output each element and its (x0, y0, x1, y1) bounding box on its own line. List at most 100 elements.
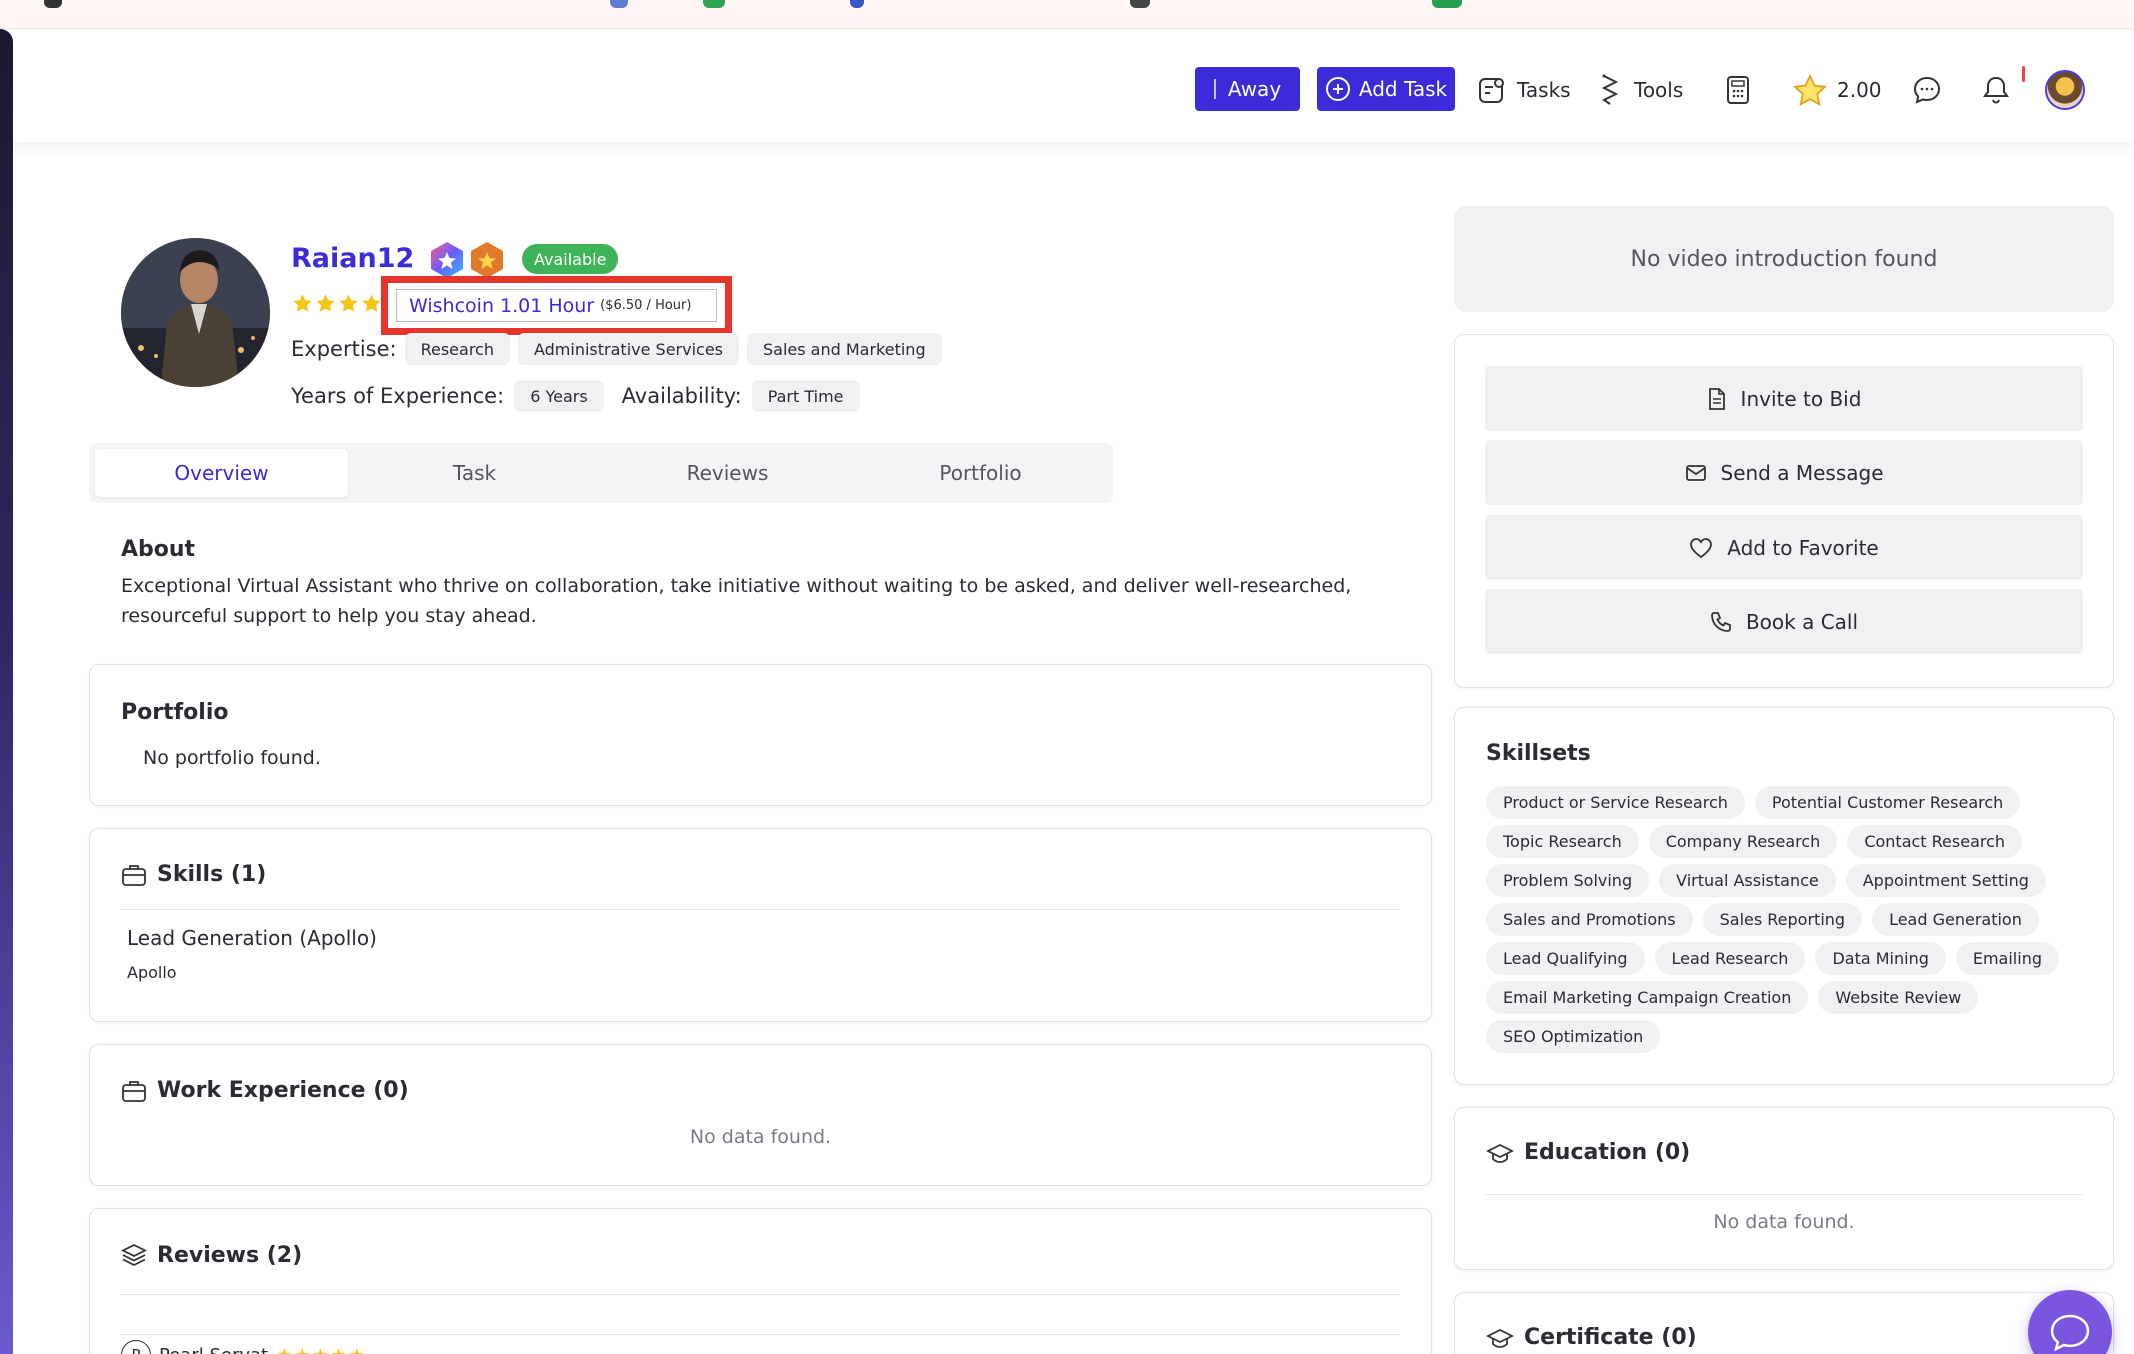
skill-chip: Website Review (1818, 981, 1979, 1014)
points-value: 2.00 (1837, 78, 1882, 102)
add-to-favorite-button[interactable]: Add to Favorite (1485, 515, 2083, 580)
portfolio-empty: No portfolio found. (143, 747, 321, 769)
education-card (1454, 1107, 2114, 1270)
bookmark-icon[interactable] (44, 0, 62, 8)
divider (121, 1334, 1399, 1335)
skill-chip: Emailing (1955, 942, 2059, 975)
skill-chip: Topic Research (1486, 825, 1639, 858)
star-icon (293, 294, 312, 312)
away-status-button[interactable]: Away (1195, 67, 1300, 111)
tab-portfolio[interactable]: Portfolio (854, 449, 1107, 497)
divider (121, 909, 1399, 910)
skills-heading: Skills (1) (157, 862, 267, 887)
tools-button[interactable]: Tools (1596, 70, 1683, 110)
add-task-label: Add Task (1358, 77, 1448, 101)
invite-to-bid-button[interactable]: Invite to Bid (1485, 366, 2083, 431)
calculator-button[interactable] (1726, 70, 1750, 110)
graduation-cap-icon (1486, 1327, 1514, 1349)
education-header: Education (0) (1486, 1140, 1690, 1165)
invite-label: Invite to Bid (1740, 386, 1862, 411)
bookmarks-bar (0, 0, 2134, 29)
bookmark-icon[interactable] (703, 0, 725, 8)
wishcoin-label: Wishcoin 1.01 Hour (409, 294, 595, 317)
reviews-header: Reviews (2) (121, 1242, 302, 1268)
skill-chip: Sales and Promotions (1486, 903, 1693, 936)
chat-bubble-icon (2048, 1312, 2092, 1352)
skill-chip: Email Marketing Campaign Creation (1486, 981, 1809, 1014)
layers-icon (121, 1242, 147, 1268)
divider (121, 1294, 1399, 1295)
divider (1486, 1194, 2082, 1195)
book-a-call-button[interactable]: Book a Call (1485, 589, 2083, 654)
review-item: P Pearl Servat ★★★★★ (121, 1340, 367, 1354)
star-icon (316, 294, 335, 312)
about-line: resourceful support to help you stay ahe… (121, 605, 537, 627)
education-heading: Education (0) (1524, 1140, 1691, 1165)
away-label: Away (1227, 77, 1282, 101)
status-divider (1213, 79, 1216, 99)
tools-label: Tools (1634, 78, 1684, 102)
tools-icon (1596, 74, 1624, 106)
briefcase-icon (121, 1079, 147, 1103)
sidebar-edge (0, 29, 13, 1354)
graduation-cap-icon (1486, 1142, 1514, 1164)
bell-icon (1982, 75, 2010, 105)
skills-card (89, 828, 1432, 1022)
notifications-button[interactable] (1982, 70, 2010, 110)
expertise-label: Expertise: (291, 337, 397, 361)
skill-chip: Lead Generation (1872, 903, 2039, 936)
send-message-button[interactable]: Send a Message (1485, 440, 2083, 505)
wishcoin-rate-box: Wishcoin 1.01 Hour ($6.50 / Hour) (396, 289, 717, 322)
tab-overview[interactable]: Overview (95, 449, 348, 497)
video-intro-placeholder: No video introduction found (1454, 206, 2114, 312)
work-experience-empty: No data found. (689, 1126, 832, 1148)
document-icon (1707, 387, 1727, 411)
user-avatar[interactable] (2045, 70, 2085, 110)
phone-icon (1710, 611, 1732, 633)
expertise-chip: Sales and Marketing (747, 333, 942, 365)
skill-chip: SEO Optimization (1486, 1020, 1661, 1053)
skill-row: Email Marketing Campaign Creation Websit… (1486, 981, 2096, 1014)
heart-icon (1689, 537, 1713, 559)
work-experience-card (89, 1044, 1432, 1186)
favorite-label: Add to Favorite (1727, 535, 1879, 560)
skill-chip: Lead Qualifying (1486, 942, 1645, 975)
skillsets-heading: Skillsets (1486, 741, 1591, 766)
tasks-button[interactable]: Tasks (1477, 70, 1571, 110)
skill-chip: Virtual Assistance (1659, 864, 1836, 897)
star-coin-icon (1793, 74, 1827, 106)
bookmark-icon[interactable] (1432, 0, 1462, 8)
expertise-chip: Research (404, 333, 510, 365)
message-label: Send a Message (1720, 460, 1884, 485)
availability-chip: Part Time (751, 380, 860, 412)
skill-row: Lead Qualifying Lead Research Data Minin… (1486, 942, 2096, 975)
portfolio-heading: Portfolio (121, 700, 229, 725)
skill-title: Lead Generation (Apollo) (127, 926, 377, 950)
skill-chip: Contact Research (1847, 825, 2023, 858)
bookmark-icon[interactable] (1130, 0, 1150, 8)
profile-name: Raian12 (291, 243, 415, 274)
work-experience-heading: Work Experience (0) (157, 1078, 409, 1103)
bookmark-icon[interactable] (850, 0, 864, 8)
status-badge: Available (522, 244, 619, 274)
tab-reviews[interactable]: Reviews (601, 449, 854, 497)
star-icon (362, 294, 381, 312)
skill-chip: Company Research (1648, 825, 1838, 858)
star-icon (339, 294, 358, 312)
tab-task[interactable]: Task (348, 449, 601, 497)
call-label: Book a Call (1745, 609, 1859, 634)
work-experience-header: Work Experience (0) (121, 1078, 409, 1103)
expertise-row: Expertise: Research Administrative Servi… (291, 333, 942, 365)
reviewer-name: Pearl Servat (159, 1345, 268, 1354)
messages-button[interactable] (1912, 70, 1942, 110)
chat-icon (1912, 75, 1942, 105)
add-task-button[interactable]: Add Task (1317, 67, 1455, 111)
skill-row: SEO Optimization (1486, 1020, 2096, 1053)
profile-avatar (121, 238, 270, 387)
skill-row: Sales and Promotions Sales Reporting Lea… (1486, 903, 2096, 936)
about-text: Exceptional Virtual Assistant who thrive… (121, 571, 1401, 631)
bookmark-icon[interactable] (610, 0, 628, 8)
skill-chip: Problem Solving (1486, 864, 1650, 897)
points-button[interactable]: 2.00 (1793, 70, 1882, 110)
skill-row: Problem Solving Virtual Assistance Appoi… (1486, 864, 2096, 897)
